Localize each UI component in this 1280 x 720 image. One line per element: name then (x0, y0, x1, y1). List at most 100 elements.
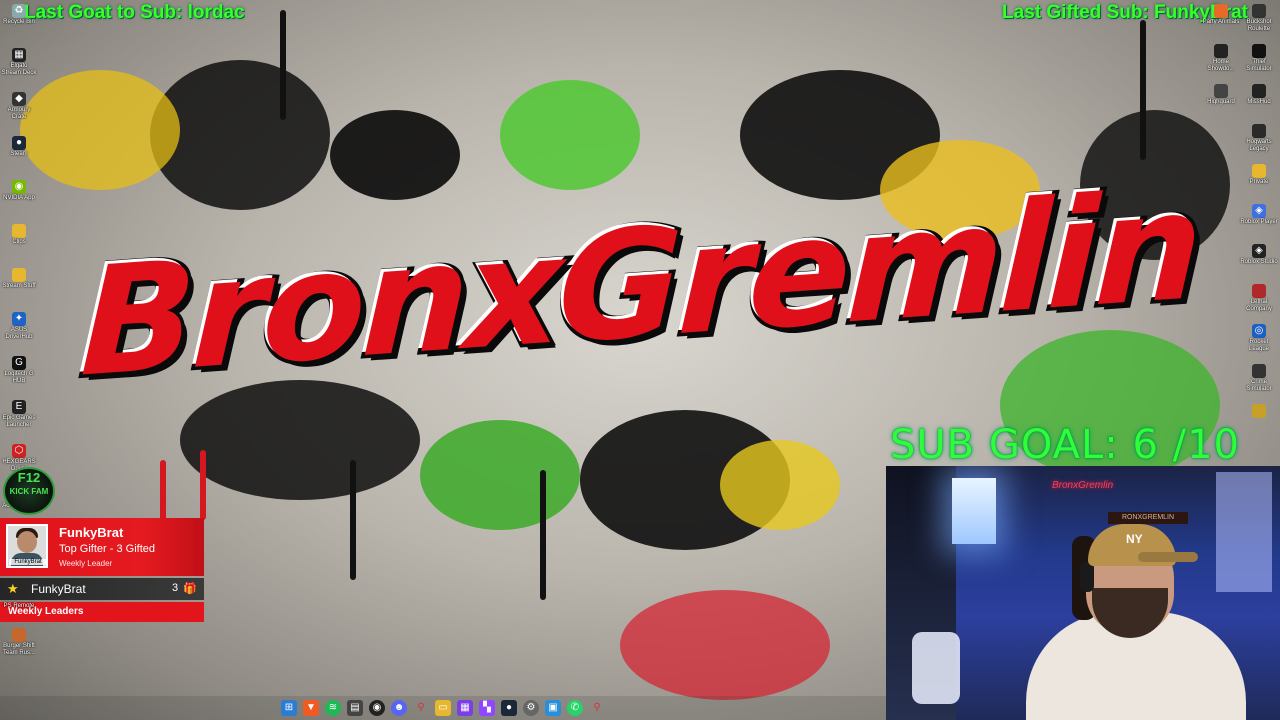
avatar: FunkyBrat (6, 524, 48, 568)
desktop-icons-left-bottom: PS Remote Burger Shift Team Rus... (0, 584, 38, 668)
game-icon (1214, 4, 1228, 18)
desktop-icon-stream-stuff[interactable]: Stream Stuff (0, 268, 38, 308)
desktop-icon-nvidia[interactable]: ◉ NVIDIA App (0, 180, 38, 220)
settings-icon[interactable]: ⚙ (523, 700, 539, 716)
stream-deck-icon: ▦ (12, 48, 26, 62)
discord-icon[interactable]: ☻ (391, 700, 407, 716)
calendar-icon[interactable]: ▤ (347, 700, 363, 716)
desktop-icon-crime-simulator[interactable]: Crime Simulator (1240, 360, 1278, 400)
gift-icon: 🎁 (183, 583, 197, 595)
desktop-icon-asus-driverhub[interactable]: ✦ ASUS DriverHub (0, 312, 38, 352)
last-goat-label: Last Goat to Sub: lordac (24, 2, 245, 23)
webcam-person-cap-brim (1138, 552, 1198, 562)
game-icon (1252, 4, 1266, 18)
pin-icon[interactable]: ⚲ (589, 700, 605, 716)
desktop-icon-armoury-crate[interactable]: ◆ Armoury Crate (0, 92, 38, 132)
leaderboard-row-name: FunkyBrat (31, 582, 86, 596)
file-explorer-icon[interactable]: ▭ (435, 700, 451, 716)
app-icon (1252, 404, 1266, 418)
desktop-icon-logitech[interactable]: G Logitech G HUB (0, 356, 38, 396)
webcam-feed: BronxGremlin RONXGREMLIN NY (886, 466, 1280, 720)
badge-line1: F12 (17, 470, 41, 485)
game-icon (1252, 84, 1266, 98)
desktop-icon-lethal-company[interactable]: Lethal Company (1240, 280, 1278, 320)
desktop-icon-buckshot-roulette[interactable]: Buckshot Roulette (1240, 0, 1278, 40)
webcam-door (1216, 472, 1272, 592)
desktop-icon-spacer (1202, 400, 1240, 440)
desktop-icon-ps-remote[interactable]: PS Remote (0, 588, 38, 624)
app-grid-icon[interactable]: ▦ (457, 700, 473, 716)
desktop-icon-private[interactable]: Private (1240, 160, 1278, 200)
desktop-icon-steam[interactable]: ● Steam (0, 136, 38, 176)
desktop-icon-highguard[interactable]: Highguard (1202, 80, 1240, 120)
cap-logo: NY (1126, 532, 1143, 546)
desktop-icon-unlabeled-app[interactable] (1240, 400, 1278, 440)
desktop-icons-left: ♻ Recycle Bin ▦ Elgato Stream Deck ◆ Armour… (0, 0, 38, 528)
hexgears-icon: ⬡ (12, 444, 26, 458)
asus-icon: ✦ (12, 312, 26, 326)
desktop-icon-rocket-league[interactable]: ◎ Rocket League (1240, 320, 1278, 360)
roblox-icon: ◈ (1252, 204, 1266, 218)
brave-browser-icon[interactable]: ▼ (303, 700, 319, 716)
webcam-neon-sign: BronxGremlin (1052, 480, 1114, 491)
nvidia-icon: ◉ (12, 180, 26, 194)
ps-remote-icon (12, 588, 26, 602)
game-icon (1252, 44, 1266, 58)
avatar-caption: FunkyBrat (9, 559, 46, 565)
spotify-icon[interactable]: ≋ (325, 700, 341, 716)
desktop-icon-hogwarts-legacy[interactable]: Hogwarts Legacy (1240, 120, 1278, 160)
webcam-window-light (952, 478, 996, 544)
game-icon (1214, 84, 1228, 98)
desktop-icon-spacer (1202, 280, 1240, 320)
desktop-icon-thief-simulator[interactable]: Thief Simulator (1240, 40, 1278, 80)
armoury-crate-icon: ◆ (12, 92, 26, 106)
desktop-icon-spacer (1202, 160, 1240, 200)
desktop-icon-spacer (1202, 240, 1240, 280)
desktop-icon-recycle-bin[interactable]: ♻ Recycle Bin (0, 4, 38, 44)
photos-icon[interactable]: ▣ (545, 700, 561, 716)
desktop-icon-roblox-studio[interactable]: ◈ Roblox Studio (1240, 240, 1278, 280)
game-icon (1252, 284, 1266, 298)
folder-icon (12, 268, 26, 282)
leaderboard-row-count: 3 (172, 582, 179, 594)
channel-logo-text: BronxGremlin (75, 156, 1205, 414)
desktop-icon-spacer (1202, 360, 1240, 400)
top-gifter-card: FunkyBrat FunkyBrat Top Gifter - 3 Gifte… (0, 518, 204, 576)
folder-icon (12, 224, 26, 238)
taskbar: ⊞ ▼ ≋ ▤ ◉ ☻ ⚲ ▭ ▦ ▚ ● ⚙ ▣ ✆ ⚲ (0, 696, 886, 720)
desktop-icon-epic-games[interactable]: E Epic Games Launcher (0, 400, 38, 440)
game-icon (12, 628, 26, 642)
recycle-bin-icon: ♻ (12, 4, 26, 18)
channel-logo: BronxGremlin (70, 150, 1210, 420)
top-gifter-name: FunkyBrat (59, 525, 124, 540)
game-icon (1252, 364, 1266, 378)
game-icon (1252, 124, 1266, 138)
obs-icon[interactable]: ◉ (369, 700, 385, 716)
desktop-icon-stream-deck[interactable]: ▦ Elgato Stream Deck (0, 48, 38, 88)
desktop-icons-right: Party Animals Buckshot Roulette Home Sho… (1202, 0, 1278, 440)
top-gifter-description: Top Gifter - 3 Gifted (59, 543, 155, 555)
webcam-water-jug (912, 632, 960, 704)
sub-goal-counter: SUB GOAL: 6 /10 (890, 422, 1240, 468)
headset-icon (1080, 562, 1094, 592)
steam-icon: ● (12, 136, 26, 150)
twitch-icon[interactable]: ▚ (479, 700, 495, 716)
logitech-icon: G (12, 356, 26, 370)
desktop-icon-burger-shift[interactable]: Burger Shift Team Rus... (0, 628, 38, 668)
folder-icon (1252, 164, 1266, 178)
game-icon (1214, 44, 1228, 58)
badge-line2: KICK FAM (9, 487, 49, 496)
windows-start-icon[interactable]: ⊞ (281, 700, 297, 716)
whatsapp-icon[interactable]: ✆ (567, 700, 583, 716)
epic-games-icon: E (12, 400, 26, 414)
steam-icon[interactable]: ● (501, 700, 517, 716)
roblox-studio-icon: ◈ (1252, 244, 1266, 258)
desktop-icon-misshud[interactable]: MissHud (1240, 80, 1278, 120)
desktop-icon-clips[interactable]: Clips (0, 224, 38, 264)
location-pin-icon[interactable]: ⚲ (413, 700, 429, 716)
desktop-icon-party-animals[interactable]: Party Animals (1202, 0, 1240, 40)
kick-fam-badge: F12 KICK FAM (3, 467, 55, 515)
desktop-icon-home-showdown[interactable]: Home Showdo... (1202, 40, 1240, 80)
webcam-name-plate: RONXGREMLIN (1108, 512, 1188, 524)
desktop-icon-roblox-player[interactable]: ◈ Roblox Player (1240, 200, 1278, 240)
